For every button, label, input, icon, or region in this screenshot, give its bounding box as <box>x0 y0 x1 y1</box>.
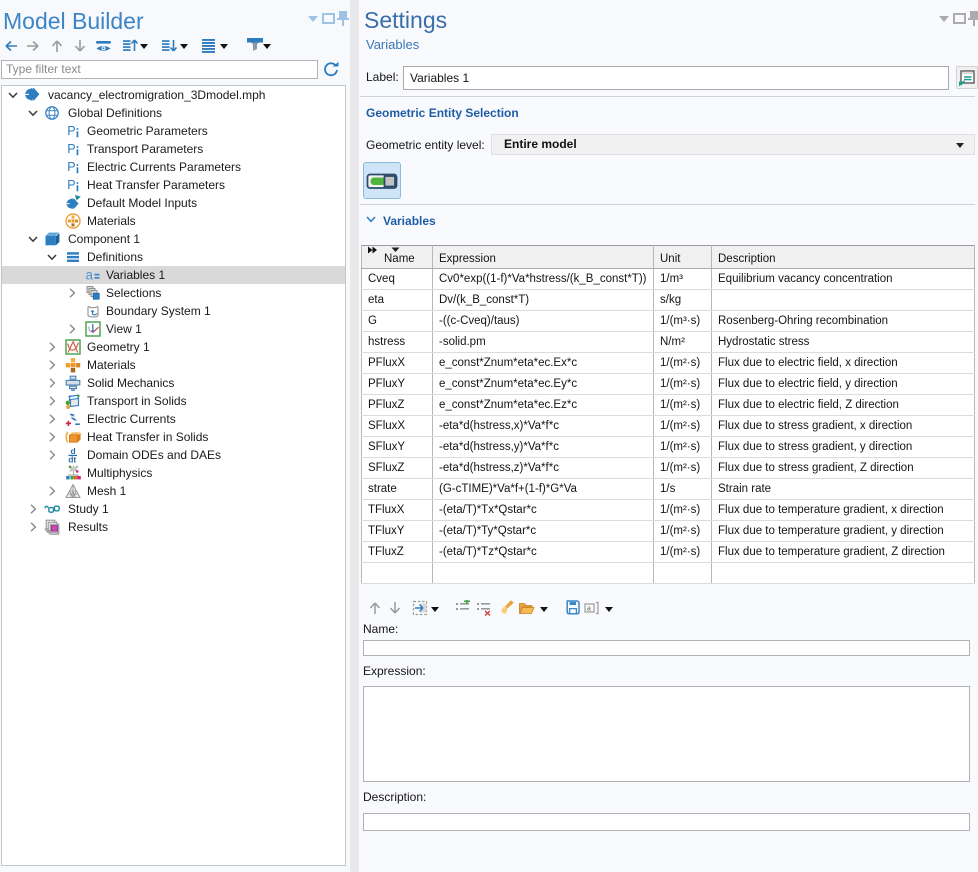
svg-text:a: a <box>587 606 591 613</box>
